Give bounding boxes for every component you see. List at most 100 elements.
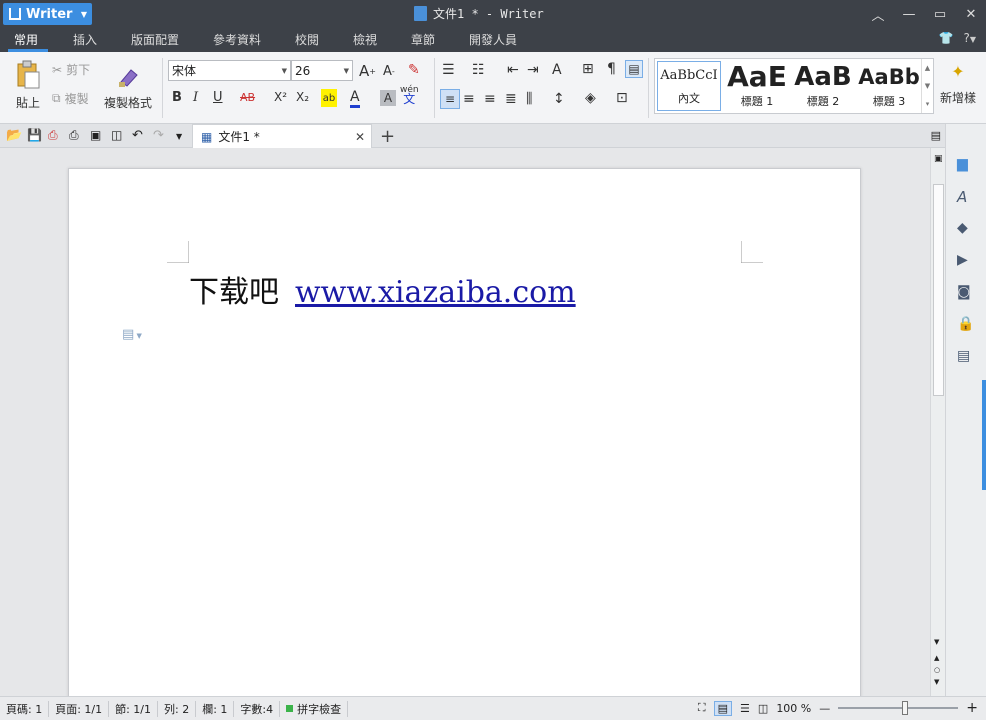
vertical-scrollbar[interactable]: ▣ ▼ ▲ ○ ▼ [930,148,945,696]
zoom-in-button[interactable]: + [966,700,978,716]
increase-indent-icon[interactable]: ⇥ [527,62,539,78]
document-workspace[interactable]: 下载吧 www.xiazaiba.com ▤ ▼ [0,148,930,696]
table-icon[interactable]: ⊞ [582,61,594,77]
cut-button[interactable]: ✂ 剪下 [52,61,90,78]
document-text-line[interactable]: 下载吧 www.xiazaiba.com [189,267,576,311]
strikethrough-button[interactable]: AB [240,91,255,104]
selection-icon[interactable]: ▶ [957,252,973,268]
print-preview-icon[interactable]: ▣ [90,128,106,144]
underline-button[interactable]: U [213,90,223,105]
status-word-count[interactable]: 字數:4 [234,700,281,717]
copy-button[interactable]: ⧉ 複製 [52,90,89,107]
align-right-icon[interactable]: ≡ [484,91,496,107]
new-document-icon[interactable]: ▆ [957,156,973,172]
document-map-icon[interactable]: ▤ [957,348,973,364]
new-style-button[interactable]: ✦ 新增樣 [940,62,976,106]
zoom-slider-knob[interactable] [902,701,909,715]
export-pdf-icon[interactable]: ⎙ [48,128,64,144]
outline-view-icon[interactable]: ☰ [740,702,750,715]
numbered-list-icon[interactable]: ☷ [472,62,485,78]
collapse-ribbon-button[interactable]: ︿ [863,0,893,28]
page-view-icon[interactable]: ▤ [713,700,733,716]
bullet-list-icon[interactable]: ☰ [442,62,455,78]
font-name-select[interactable]: 宋体 ▼ [168,60,291,81]
format-painter-button[interactable]: 複製格式 [103,60,153,116]
close-button[interactable]: ✕ [956,0,986,28]
style-heading-1[interactable]: AaE 標題 1 [725,61,789,111]
highlight-icon[interactable]: ab [321,89,337,107]
tab-references[interactable]: 參考資料 [213,31,261,48]
distribute-icon[interactable]: ⫼ [526,91,532,107]
next-page-icon[interactable]: ▼ [934,678,939,686]
preview-icon[interactable]: ◫ [111,128,127,144]
zoom-slider[interactable] [838,701,959,715]
redo-icon[interactable]: ↷ [153,128,169,144]
full-screen-icon[interactable]: ⛶ [698,701,706,715]
limit-editing-icon[interactable]: 🔒 [957,316,974,332]
browse-object-icon[interactable]: ○ [934,666,940,674]
spell-check-button[interactable]: 拼字檢查 [280,700,349,717]
minimize-button[interactable]: — [894,0,924,28]
web-view-icon[interactable]: ◫ [758,702,768,715]
line-spacing-icon[interactable]: ↕ [553,91,565,107]
zoom-out-button[interactable]: — [819,702,830,715]
document-page[interactable]: 下载吧 www.xiazaiba.com ▤ ▼ [68,168,861,696]
new-tab-button[interactable]: + [380,126,395,147]
tab-home[interactable]: 常用 [14,31,38,48]
navigation-pane-icon[interactable]: ▤ [625,60,643,78]
scroll-down-icon[interactable]: ▼ [934,638,939,646]
styles-scroll[interactable]: ▲ ▼ ▾ [921,59,933,113]
subscript-button[interactable]: X₂ [296,90,309,104]
close-tab-icon[interactable]: ✕ [355,130,365,144]
print-icon[interactable]: ⎙ [69,128,85,144]
maximize-button[interactable]: ▭ [925,0,955,28]
tab-menu-icon[interactable]: ▤ [931,129,941,142]
help-button[interactable]: ?▼ [963,31,976,45]
align-center-icon[interactable]: ≡ [463,91,475,107]
clear-format-icon[interactable]: ✎ [408,62,420,78]
save-icon[interactable]: 💾 [27,128,43,144]
phonetic-guide-button[interactable]: wén 文 [400,86,419,106]
undo-icon[interactable]: ↶ [132,128,148,144]
borders-icon[interactable]: ⊡ [616,90,628,106]
backup-icon[interactable]: ◙ [957,284,973,300]
font-color-button[interactable]: A [350,88,360,108]
pane-expand-handle[interactable] [982,380,986,490]
tab-review[interactable]: 校閱 [295,31,319,48]
font-size-select[interactable]: 26 ▼ [291,60,353,81]
document-text[interactable]: 下载吧 [189,275,279,310]
style-heading-2[interactable]: AaB 標題 2 [791,61,855,111]
superscript-button[interactable]: X² [274,90,287,104]
style-heading-3[interactable]: AaBb 標題 3 [857,61,921,111]
tab-view[interactable]: 檢視 [353,31,377,48]
tab-insert[interactable]: 插入 [73,31,97,48]
zoom-level[interactable]: 100 % [776,702,811,715]
tab-document-1[interactable]: ▦ 文件1 * ✕ [192,124,372,148]
paragraph-shading-icon[interactable]: ◈ [585,90,596,106]
bold-button[interactable]: B [172,90,182,105]
document-hyperlink[interactable]: www.xiazaiba.com [295,275,576,310]
show-marks-icon[interactable]: ¶ [607,61,616,77]
customize-toolbar-icon[interactable]: ▼ [176,132,192,148]
tab-developer[interactable]: 開發人員 [469,31,517,48]
grow-font-button[interactable]: A + [359,62,376,80]
paragraph-layout-icon[interactable]: ▤ ▼ [122,327,142,342]
shrink-font-button[interactable]: A- [383,64,395,79]
italic-button[interactable]: I [193,90,198,105]
app-menu-button[interactable]: Writer ▼ [3,3,92,25]
align-left-icon[interactable]: ≡ [440,89,460,109]
styles-pane-icon[interactable]: A [957,188,973,206]
scrollbar-thumb[interactable] [933,184,944,396]
text-direction-icon[interactable]: A [552,62,562,78]
char-shading-button[interactable]: A [380,90,396,106]
prev-page-icon[interactable]: ▲ [934,654,939,662]
tab-section[interactable]: 章節 [411,31,435,48]
paste-button[interactable]: 貼上 [8,56,48,114]
style-normal[interactable]: AaBbCcI 內文 [657,61,721,111]
scroll-option-icon[interactable]: ▣ [934,154,943,164]
justify-icon[interactable]: ≣ [505,91,517,107]
shapes-icon[interactable]: ◆ [957,220,973,236]
decrease-indent-icon[interactable]: ⇤ [507,62,519,78]
skin-icon[interactable]: 👕 [939,31,954,45]
tab-page-layout[interactable]: 版面配置 [131,31,179,48]
